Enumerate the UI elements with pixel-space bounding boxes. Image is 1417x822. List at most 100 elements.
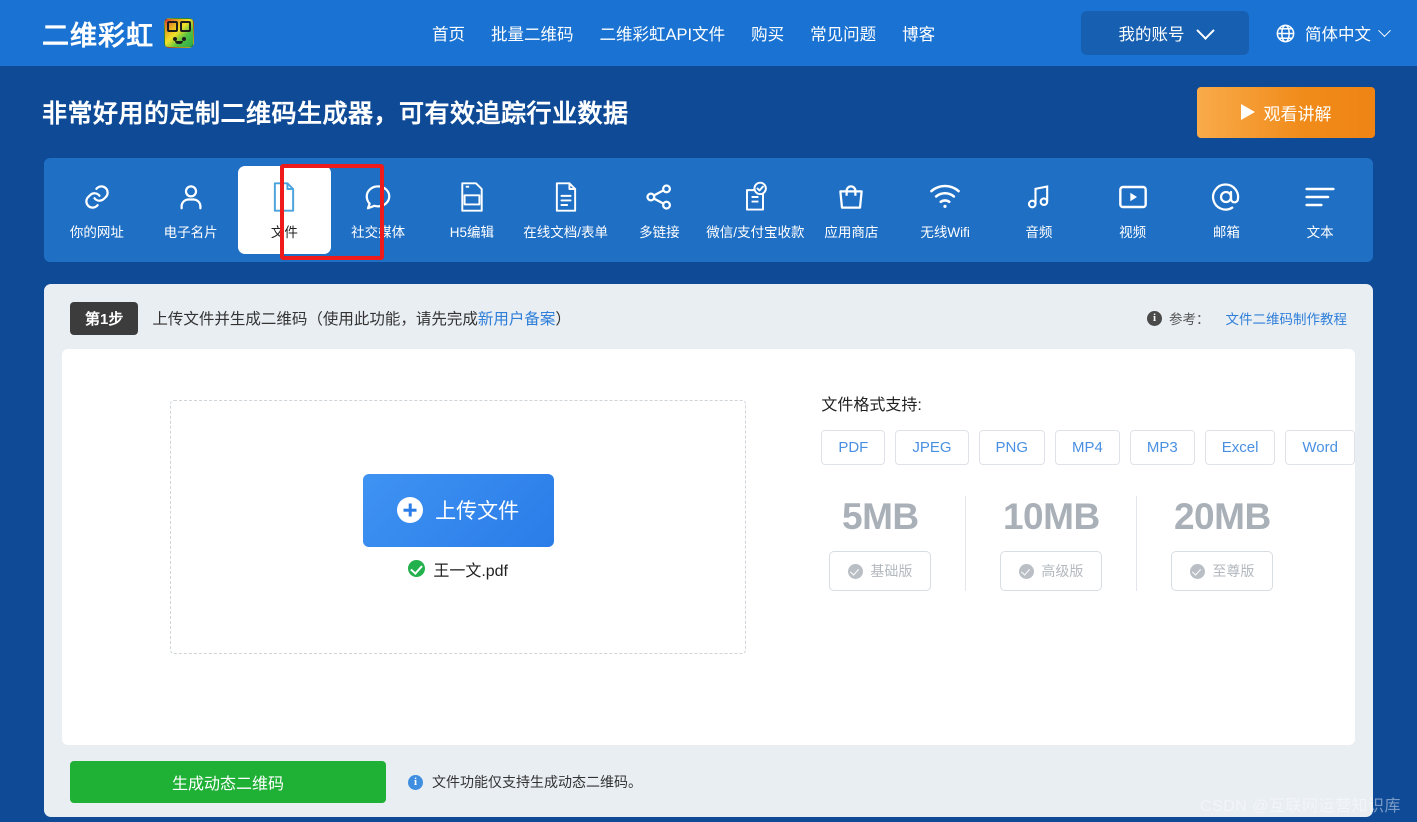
format-chip: MP3 [1129, 430, 1195, 465]
nav-item-faq[interactable]: 常见问题 [810, 21, 876, 45]
tier-size: 20MB [1173, 496, 1271, 537]
at-sign-icon [1211, 180, 1241, 214]
tab-wechat-alipay-payment[interactable]: 微信/支付宝收款 [706, 166, 805, 254]
tier-plan-badge: 高级版 [1000, 551, 1103, 591]
tab-email[interactable]: 邮箱 [1180, 166, 1274, 254]
play-icon [1240, 104, 1255, 120]
tab-label: 你的网址 [69, 224, 124, 240]
document-icon [270, 180, 298, 214]
format-chip: JPEG [895, 430, 969, 465]
nav-item-bulk-qr[interactable]: 批量二维码 [491, 21, 574, 45]
tab-online-doc-form[interactable]: 在线文档/表单 [519, 166, 613, 254]
file-dropzone[interactable]: 上传文件 王一文.pdf [170, 400, 747, 654]
tab-label: 在线文档/表单 [523, 224, 608, 240]
step-badge: 第1步 [70, 301, 139, 335]
brand[interactable]: 二维彩虹 [42, 14, 194, 53]
tab-business-card[interactable]: 电子名片 [144, 166, 238, 254]
tab-text[interactable]: 文本 [1273, 166, 1367, 254]
nav-item-blog[interactable]: 博客 [902, 21, 935, 45]
step-header: 第1步 上传文件并生成二维码（使用此功能，请先完成新用户备案） i 参考： 文件… [62, 300, 1355, 336]
person-icon [176, 180, 206, 214]
reference-label: 参考： [1169, 312, 1210, 327]
tier-size: 10MB [1002, 496, 1100, 537]
action-row: 生成动态二维码 i 文件功能仅支持生成动态二维码。 [62, 761, 1355, 803]
page-title: 非常好用的定制二维码生成器，可有效追踪行业数据 [42, 100, 629, 128]
tab-audio[interactable]: 音频 [992, 166, 1086, 254]
tab-multi-link[interactable]: 多链接 [613, 166, 707, 254]
check-circle-icon [848, 563, 864, 579]
tier-plan-label: 至尊版 [1212, 563, 1255, 579]
tab-app-store[interactable]: 应用商店 [805, 166, 899, 254]
watermark: CSDN @互联网运营知识库 [1199, 798, 1401, 815]
tab-label: 社交媒体 [351, 224, 406, 240]
size-tier: 10MB 高级版 [965, 496, 1136, 591]
chat-bubble-icon [362, 180, 394, 214]
site-header: 二维彩虹 首页 批量二维码 二维彩虹API文件 购买 常见问题 博客 我的账号 … [0, 0, 1417, 66]
step-card: 第1步 上传文件并生成二维码（使用此功能，请先完成新用户备案） i 参考： 文件… [44, 284, 1373, 817]
generate-note-text: 文件功能仅支持生成动态二维码。 [432, 774, 642, 790]
tab-your-url[interactable]: 你的网址 [50, 166, 144, 254]
qr-type-tabbar: 你的网址 电子名片 文件 社交媒体 H5编辑 在线文档/表单 多链接 微信/支付… [44, 158, 1373, 262]
tab-label: 微信/支付宝收款 [706, 224, 805, 240]
shopping-bag-icon [836, 180, 866, 214]
tier-plan-label: 基础版 [870, 563, 913, 579]
plus-circle-icon [397, 497, 424, 523]
step-description: 上传文件并生成二维码（使用此功能，请先完成新用户备案） [152, 307, 571, 329]
nav-item-api-file[interactable]: 二维彩虹API文件 [600, 21, 726, 45]
tab-file[interactable]: 文件 [237, 166, 332, 254]
new-user-registration-link[interactable]: 新用户备案 [478, 311, 556, 328]
watch-tutorial-button[interactable]: 观看讲解 [1197, 86, 1375, 138]
hero-section: 非常好用的定制二维码生成器，可有效追踪行业数据 观看讲解 [0, 66, 1417, 158]
wifi-icon [929, 180, 961, 214]
check-circle-icon [408, 560, 426, 577]
tab-label: 文本 [1306, 224, 1334, 240]
account-button[interactable]: 我的账号 [1081, 11, 1249, 55]
format-title: 文件格式支持: [821, 397, 922, 414]
nav-item-home[interactable]: 首页 [432, 21, 465, 45]
main-navigation: 首页 批量二维码 二维彩虹API文件 购买 常见问题 博客 [432, 21, 935, 45]
file-qr-tutorial-link[interactable]: 文件二维码制作教程 [1226, 308, 1348, 328]
format-chip: Word [1285, 430, 1355, 465]
info-icon: i [1147, 310, 1162, 326]
account-label: 我的账号 [1118, 26, 1185, 44]
link-icon [81, 180, 113, 214]
tab-social-media[interactable]: 社交媒体 [331, 166, 425, 254]
upload-file-button[interactable]: 上传文件 [362, 473, 554, 547]
tab-label: 无线Wifi [920, 224, 970, 240]
generate-note: i 文件功能仅支持生成动态二维码。 [408, 772, 642, 792]
tier-size: 5MB [842, 496, 919, 537]
reference-area: i 参考： 文件二维码制作教程 [1147, 308, 1347, 328]
uploaded-file: 王一文.pdf [408, 557, 508, 581]
html-file-icon [458, 180, 486, 214]
upload-file-label: 上传文件 [435, 500, 520, 523]
format-chip: Excel [1204, 430, 1276, 465]
brand-name: 二维彩虹 [42, 20, 154, 51]
tab-video[interactable]: 视频 [1086, 166, 1180, 254]
language-label: 简体中文 [1305, 26, 1371, 44]
format-chip: PNG [978, 430, 1046, 465]
generate-dynamic-qr-button[interactable]: 生成动态二维码 [70, 761, 386, 803]
format-info: 文件格式支持: PDF JPEG PNG MP4 MP3 Excel Word … [821, 391, 1355, 591]
music-note-icon [1025, 180, 1053, 214]
header-right: 我的账号 简体中文 [1081, 11, 1391, 55]
size-tier: 20MB 至尊版 [1136, 496, 1307, 591]
format-chip: PDF [821, 430, 886, 465]
tab-wifi[interactable]: 无线Wifi [898, 166, 992, 254]
nav-item-purchase[interactable]: 购买 [751, 21, 784, 45]
payment-check-icon [741, 180, 769, 214]
tab-label: 音频 [1025, 224, 1053, 240]
format-chip: MP4 [1055, 430, 1120, 465]
step-text-after: ） [555, 311, 571, 328]
tab-label: 电子名片 [163, 224, 218, 240]
tab-h5-editor[interactable]: H5编辑 [425, 166, 519, 254]
rainbow-qr-bear-logo-icon [164, 18, 194, 48]
video-play-icon [1117, 180, 1149, 214]
tier-plan-badge: 至尊版 [1171, 551, 1274, 591]
info-icon: i [408, 774, 423, 790]
format-chip-list: PDF JPEG PNG MP4 MP3 Excel Word [821, 430, 1355, 465]
text-lines-icon [1304, 180, 1336, 214]
language-selector[interactable]: 简体中文 [1275, 21, 1391, 45]
share-nodes-icon [643, 180, 675, 214]
tab-label: 文件 [270, 224, 298, 240]
tab-label: 多链接 [639, 224, 680, 240]
